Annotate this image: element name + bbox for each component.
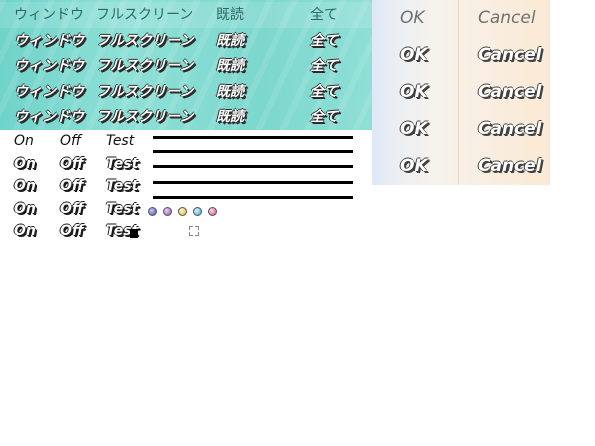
ok-button[interactable]: OK — [400, 74, 428, 111]
cancel-button[interactable]: Cancel — [478, 74, 541, 111]
menu-row: ウィンドウ フルスクリーン 既読 全て — [0, 2, 372, 28]
gauge-bar — [153, 181, 353, 184]
test-label[interactable]: Test — [106, 177, 138, 195]
fullscreen-mode-label[interactable]: フルスクリーン — [96, 2, 193, 28]
skip-read-label[interactable]: 既読 — [216, 104, 244, 130]
menu-row: ウィンドウ フルスクリーン 既読 全て — [0, 104, 372, 130]
gauge-bar — [153, 196, 353, 199]
skip-all-label[interactable]: 全て — [310, 2, 338, 28]
cancel-button[interactable]: Cancel — [478, 148, 541, 185]
button-row: OK Cancel — [372, 148, 550, 185]
test-label[interactable]: Test — [106, 200, 138, 218]
ok-button[interactable]: OK — [400, 111, 428, 148]
on-label[interactable]: On — [14, 132, 34, 150]
menu-row: ウィンドウ フルスクリーン 既読 全て — [0, 28, 372, 54]
ok-button[interactable]: OK — [400, 37, 428, 74]
menu-sheet: ウィンドウ フルスクリーン 既読 全て ウィンドウ フルスクリーン 既読 全て … — [0, 0, 372, 130]
menu-row: ウィンドウ フルスクリーン 既読 全て — [0, 53, 372, 79]
window-mode-label[interactable]: ウィンドウ — [14, 53, 84, 79]
orb-yellow-icon[interactable] — [178, 207, 187, 216]
fullscreen-mode-label[interactable]: フルスクリーン — [96, 104, 193, 130]
window-mode-label[interactable]: ウィンドウ — [14, 104, 84, 130]
button-row: OK Cancel — [372, 74, 550, 111]
button-row: OK Cancel — [372, 37, 550, 74]
cancel-button[interactable]: Cancel — [478, 37, 541, 74]
crop-frame-icon — [189, 226, 199, 236]
on-label[interactable]: On — [14, 177, 36, 195]
window-mode-label[interactable]: ウィンドウ — [14, 79, 84, 105]
button-sheet: OK Cancel OK Cancel OK Cancel OK Cancel … — [372, 0, 550, 185]
orb-pink-icon[interactable] — [208, 207, 217, 216]
on-label[interactable]: On — [14, 155, 36, 173]
off-label[interactable]: Off — [60, 132, 81, 150]
off-label[interactable]: Off — [60, 177, 84, 195]
test-label[interactable]: Test — [106, 155, 138, 173]
gauge-bar — [153, 150, 353, 153]
cursor-block-icon — [130, 229, 138, 238]
orb-dark-icon[interactable] — [148, 207, 157, 216]
skip-all-label[interactable]: 全て — [310, 104, 338, 130]
gauge-bar — [153, 165, 353, 168]
fullscreen-mode-label[interactable]: フルスクリーン — [96, 79, 193, 105]
off-label[interactable]: Off — [60, 222, 84, 240]
gauge-bar — [153, 136, 353, 139]
skip-read-label[interactable]: 既読 — [216, 53, 244, 79]
window-mode-label[interactable]: ウィンドウ — [14, 2, 84, 28]
on-label[interactable]: On — [14, 200, 36, 218]
ok-button[interactable]: OK — [400, 0, 425, 37]
window-mode-label[interactable]: ウィンドウ — [14, 28, 84, 54]
skip-read-label[interactable]: 既読 — [216, 28, 244, 54]
orb-blue-icon[interactable] — [193, 207, 202, 216]
button-row: OK Cancel — [372, 0, 550, 37]
skip-all-label[interactable]: 全て — [310, 79, 338, 105]
skip-read-label[interactable]: 既読 — [216, 79, 244, 105]
cancel-button[interactable]: Cancel — [478, 111, 541, 148]
skip-read-label[interactable]: 既読 — [216, 2, 244, 28]
ok-button[interactable]: OK — [400, 148, 428, 185]
button-row: OK Cancel — [372, 111, 550, 148]
on-label[interactable]: On — [14, 222, 36, 240]
skip-all-label[interactable]: 全て — [310, 53, 338, 79]
skip-all-label[interactable]: 全て — [310, 28, 338, 54]
fullscreen-mode-label[interactable]: フルスクリーン — [96, 53, 193, 79]
test-label[interactable]: Test — [106, 132, 134, 150]
orb-violet-icon[interactable] — [163, 207, 172, 216]
off-label[interactable]: Off — [60, 155, 84, 173]
fullscreen-mode-label[interactable]: フルスクリーン — [96, 28, 193, 54]
off-label[interactable]: Off — [60, 200, 84, 218]
menu-row: ウィンドウ フルスクリーン 既読 全て — [0, 79, 372, 105]
cancel-button[interactable]: Cancel — [478, 0, 536, 37]
